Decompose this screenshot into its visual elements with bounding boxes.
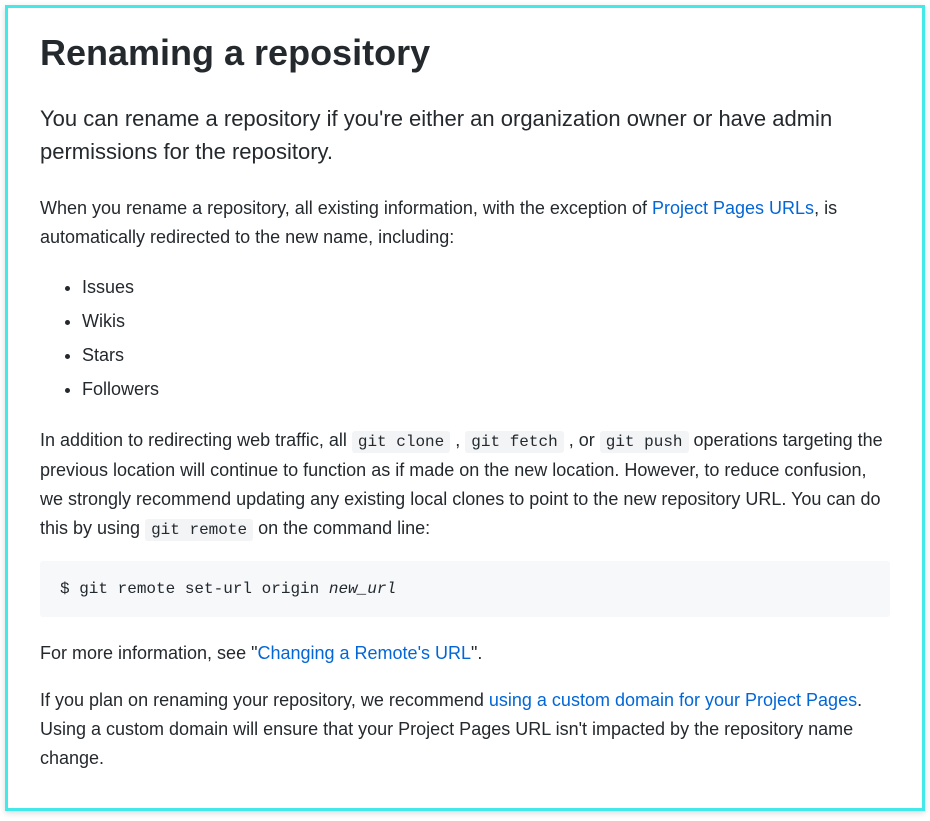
intro-paragraph: When you rename a repository, all existi…: [40, 194, 890, 252]
text: , or: [564, 430, 600, 450]
list-item: Wikis: [82, 304, 890, 338]
text: ,: [450, 430, 465, 450]
shell-prompt: $: [60, 580, 79, 598]
lead-paragraph: You can rename a repository if you're ei…: [40, 102, 890, 168]
code-git-push: git push: [600, 431, 689, 453]
custom-domain-paragraph: If you plan on renaming your repository,…: [40, 686, 890, 772]
code-block: $ git remote set-url origin new_url: [40, 561, 890, 617]
text: on the command line:: [253, 518, 430, 538]
git-operations-paragraph: In addition to redirecting web traffic, …: [40, 426, 890, 543]
list-item: Issues: [82, 270, 890, 304]
code-git-fetch: git fetch: [465, 431, 563, 453]
custom-domain-link[interactable]: using a custom domain for your Project P…: [489, 690, 857, 710]
more-info-paragraph: For more information, see "Changing a Re…: [40, 639, 890, 668]
text: ".: [471, 643, 482, 663]
document-container: Renaming a repository You can rename a r…: [5, 5, 925, 811]
list-item: Followers: [82, 372, 890, 406]
changing-remote-url-link[interactable]: Changing a Remote's URL: [257, 643, 471, 663]
list-item: Stars: [82, 338, 890, 372]
shell-placeholder: new_url: [329, 580, 396, 598]
text: If you plan on renaming your repository,…: [40, 690, 489, 710]
text: When you rename a repository, all existi…: [40, 198, 652, 218]
redirect-list: Issues Wikis Stars Followers: [82, 270, 890, 407]
text: In addition to redirecting web traffic, …: [40, 430, 352, 450]
code-git-remote: git remote: [145, 519, 253, 541]
text: For more information, see ": [40, 643, 257, 663]
page-title: Renaming a repository: [40, 32, 890, 74]
project-pages-link[interactable]: Project Pages URLs: [652, 198, 814, 218]
shell-command: git remote set-url origin: [79, 580, 329, 598]
code-git-clone: git clone: [352, 431, 450, 453]
